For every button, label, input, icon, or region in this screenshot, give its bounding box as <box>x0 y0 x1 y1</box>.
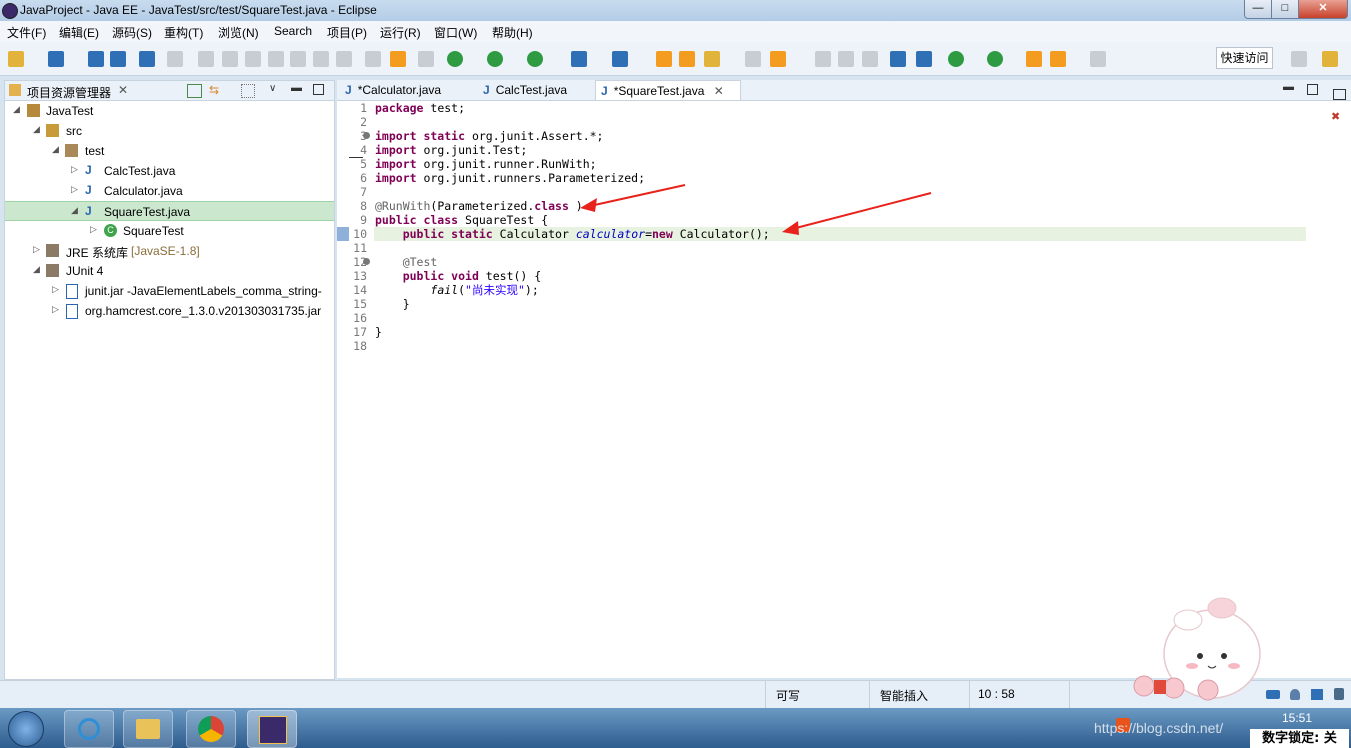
shirt-icon[interactable] <box>1311 689 1323 700</box>
clock[interactable]: 15:51 <box>1282 711 1312 725</box>
eclipse-taskbar-icon[interactable] <box>247 710 297 748</box>
user-icon[interactable] <box>1290 689 1300 700</box>
mascot-sticker <box>1133 597 1261 701</box>
ie-taskbar-icon[interactable] <box>64 710 114 748</box>
status-writable: 可写 <box>776 689 801 703</box>
status-insert-mode: 智能插入 <box>880 689 929 703</box>
folder-icon <box>136 719 160 739</box>
java-ee-ide-icon <box>259 716 287 744</box>
start-button[interactable] <box>8 711 44 747</box>
ie-icon <box>78 718 100 740</box>
status-cursor-position: 10 : 58 <box>978 687 1015 701</box>
numlock-indicator: 数字锁定: 关 <box>1250 729 1349 748</box>
chrome-icon <box>198 716 224 742</box>
watermark-text: https://blog.csdn.net/ <box>1094 720 1224 736</box>
arrow-runwith <box>580 184 686 212</box>
problems-icon[interactable]: ✖ <box>1331 110 1340 123</box>
explorer-taskbar-icon[interactable] <box>123 710 173 748</box>
restore-icon[interactable] <box>1333 89 1346 100</box>
arrow-calculator-field <box>782 192 932 235</box>
tools-icon[interactable] <box>1334 688 1344 700</box>
chrome-taskbar-icon[interactable] <box>186 710 236 748</box>
